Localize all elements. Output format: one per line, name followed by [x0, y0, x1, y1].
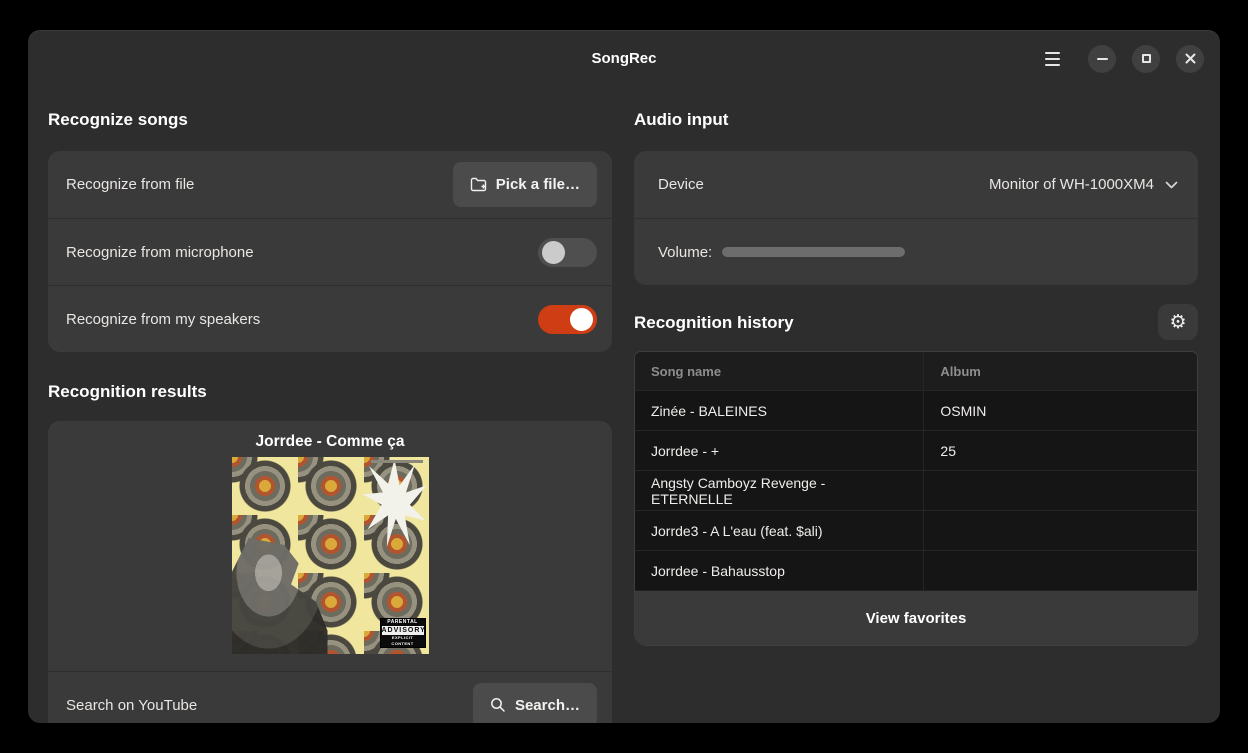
table-row[interactable]: Angsty Camboyz Revenge - ETERNELLE	[635, 470, 1197, 510]
recognize-from-speakers-row: Recognize from my speakers	[48, 285, 612, 352]
device-label: Device	[658, 176, 989, 193]
window-controls	[1039, 30, 1204, 87]
table-header-row: Song name Album	[635, 352, 1197, 390]
volume-level-fill	[722, 247, 905, 257]
recognize-from-file-row: Recognize from file Pick a file…	[48, 151, 612, 218]
album-art-image: PARENTAL ADVISORY EXPLICIT CONTENT	[232, 457, 429, 654]
pick-a-file-button[interactable]: Pick a file…	[453, 162, 597, 207]
chevron-down-icon	[1165, 181, 1178, 189]
gear-icon: ⚙	[1169, 313, 1186, 332]
microphone-toggle[interactable]	[538, 238, 597, 267]
songrec-window: SongRec Recognize songs Rec	[28, 30, 1220, 723]
search-on-youtube-row: Search on YouTube Search…	[48, 671, 612, 723]
recognition-history-table: Song name Album Zinée - BALEINES OSMIN J…	[634, 351, 1198, 646]
pick-a-file-label: Pick a file…	[496, 176, 580, 193]
search-on-youtube-label: Search on YouTube	[66, 697, 473, 714]
speakers-toggle[interactable]	[538, 305, 597, 334]
minus-icon	[1097, 58, 1108, 60]
recognize-from-microphone-row: Recognize from microphone	[48, 218, 612, 285]
folder-plus-icon	[470, 177, 487, 192]
recognize-card: Recognize from file Pick a file… Recogni…	[48, 151, 612, 352]
table-row[interactable]: Jorrde3 - A L'eau (feat. $ali)	[635, 510, 1197, 550]
recognized-song-title: Jorrdee - Comme ça	[48, 431, 612, 452]
view-favorites-button[interactable]: View favorites	[635, 590, 1197, 645]
volume-label: Volume:	[658, 244, 712, 261]
volume-row: Volume:	[634, 218, 1198, 285]
recognize-from-microphone-label: Recognize from microphone	[66, 244, 538, 261]
recognition-history-heading: Recognition history	[634, 312, 794, 333]
art-caption-strip	[371, 460, 423, 463]
youtube-search-button[interactable]: Search…	[473, 683, 597, 724]
recognition-results-heading: Recognition results	[48, 381, 612, 402]
magnifier-icon	[490, 697, 506, 713]
volume-level-bar	[722, 247, 905, 257]
device-dropdown[interactable]: Monitor of WH-1000XM4	[989, 176, 1178, 193]
device-selected-value: Monitor of WH-1000XM4	[989, 176, 1154, 193]
recognize-from-speakers-label: Recognize from my speakers	[66, 311, 538, 328]
close-button[interactable]	[1176, 45, 1204, 73]
column-header-song-name: Song name	[635, 352, 924, 390]
x-icon	[1185, 53, 1196, 64]
maximize-button[interactable]	[1132, 45, 1160, 73]
column-header-album: Album	[924, 352, 1197, 390]
minimize-button[interactable]	[1088, 45, 1116, 73]
starburst-decoration	[363, 459, 427, 547]
headerbar: SongRec	[28, 30, 1220, 87]
youtube-search-label: Search…	[515, 697, 580, 714]
audio-input-heading: Audio input	[634, 109, 1198, 130]
device-row: Device Monitor of WH-1000XM4	[634, 151, 1198, 218]
toggle-knob	[570, 308, 593, 331]
history-settings-button[interactable]: ⚙	[1158, 304, 1198, 340]
recognize-songs-heading: Recognize songs	[48, 109, 612, 130]
table-row[interactable]: Jorrdee - + 25	[635, 430, 1197, 470]
table-row[interactable]: Jorrdee - Bahausstop	[635, 550, 1197, 590]
square-icon	[1142, 54, 1151, 63]
toggle-knob	[542, 241, 565, 264]
figure-silhouette	[232, 538, 328, 654]
recognize-from-file-label: Recognize from file	[66, 176, 453, 193]
parental-advisory-badge: PARENTAL ADVISORY EXPLICIT CONTENT	[380, 618, 426, 648]
hamburger-menu-icon[interactable]	[1039, 46, 1066, 72]
recognition-results-card: Jorrdee - Comme ça PARENTAL ADVISORY EXP…	[48, 421, 612, 723]
table-row[interactable]: Zinée - BALEINES OSMIN	[635, 390, 1197, 430]
audio-input-card: Device Monitor of WH-1000XM4 Volume:	[634, 151, 1198, 285]
window-title: SongRec	[591, 50, 656, 67]
